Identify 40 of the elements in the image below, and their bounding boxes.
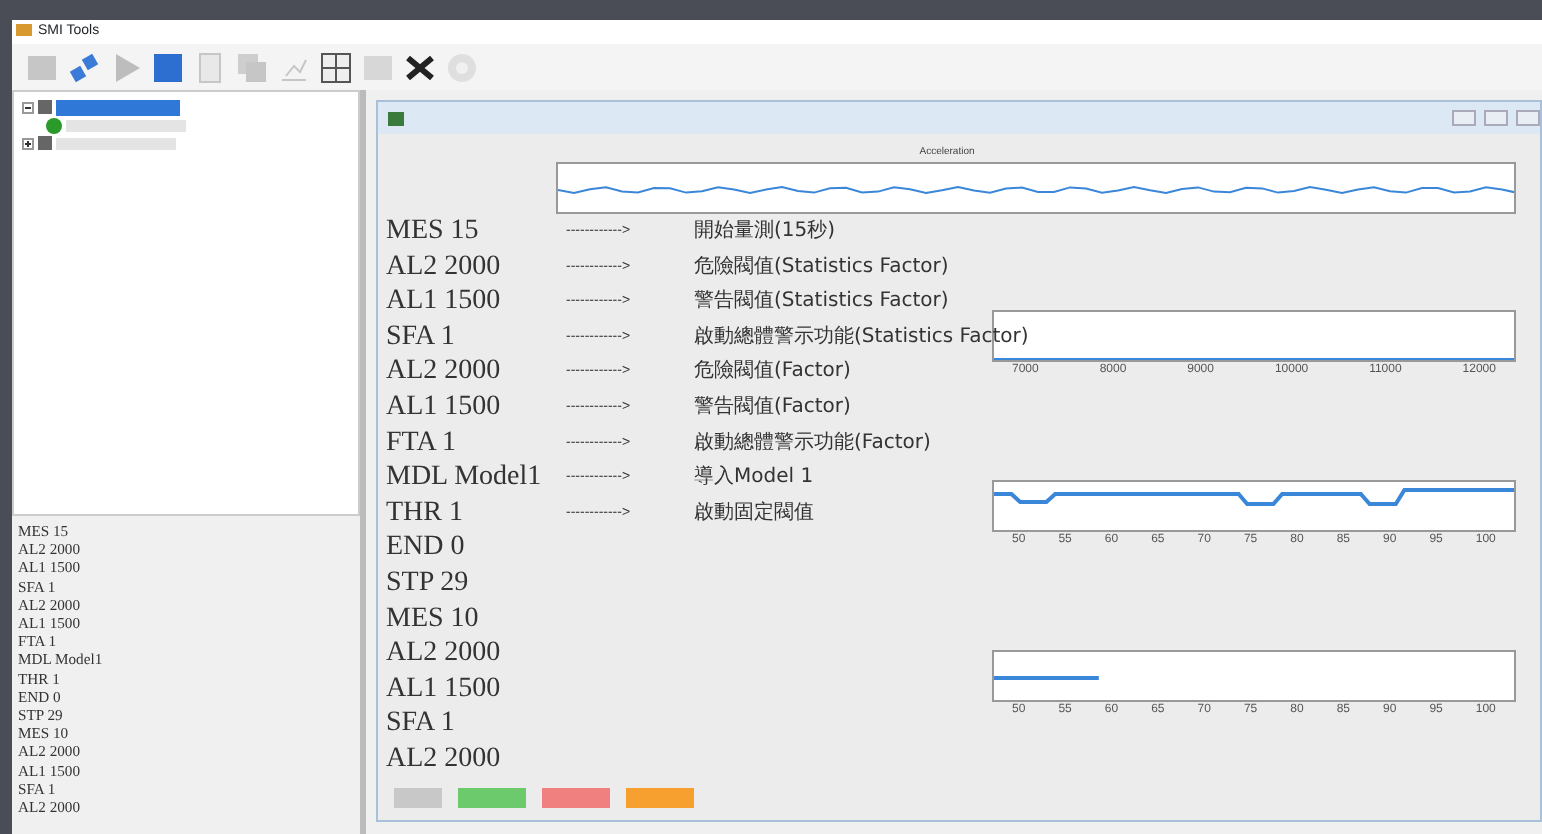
command-code: MES 15 — [386, 214, 481, 250]
command-code: AL1 1500 — [386, 671, 503, 707]
command-code: MES 10 — [386, 601, 481, 637]
command-description: 啟動總體警示功能(Statistics Factor) — [694, 323, 1029, 352]
minimize-button[interactable] — [1452, 110, 1476, 126]
device-icon — [38, 136, 52, 150]
command-description: 危險閥值(Statistics Factor) — [694, 253, 949, 282]
expander-icon[interactable] — [22, 101, 34, 113]
close-button[interactable] — [1516, 110, 1540, 126]
maximize-button[interactable] — [1484, 110, 1508, 126]
check-icon — [46, 117, 62, 133]
command-code: THR 1 — [386, 495, 465, 531]
command-code: AL2 2000 — [386, 354, 503, 390]
window-icon — [388, 111, 404, 125]
command-code: STP 29 — [386, 565, 471, 602]
device-icon — [38, 100, 52, 114]
command-code: SFA 1 — [386, 706, 457, 742]
command-code: FTA 1 — [386, 425, 459, 461]
layout-button[interactable] — [318, 49, 354, 85]
command-description: 開始量測(15秒) — [694, 217, 836, 246]
command-description: 啟動總體警示功能(Factor) — [694, 429, 931, 458]
selection-highlight[interactable] — [56, 99, 180, 115]
tree-item[interactable] — [56, 137, 176, 149]
command-code: SFA 1 — [386, 319, 457, 355]
command-description: 危險閥值(Factor) — [694, 358, 851, 387]
expander-icon[interactable] — [22, 137, 34, 149]
command-description: 警告閥值(Statistics Factor) — [694, 287, 949, 317]
command-code: MDL Model1 — [386, 460, 544, 496]
command-code: AL2 2000 — [386, 636, 503, 672]
command-description: 啟動固定閥值 — [694, 499, 814, 528]
command-code: AL2 2000 — [386, 249, 503, 285]
command-code: AL1 1500 — [386, 389, 503, 426]
command-code: AL1 1500 — [386, 284, 503, 320]
link-button[interactable] — [66, 49, 102, 85]
command-description: 警告閥值(Factor) — [694, 393, 851, 422]
command-code: END 0 — [386, 530, 467, 566]
stop-button[interactable] — [150, 49, 186, 85]
command-code: AL2 2000 — [386, 741, 503, 777]
app-icon — [16, 21, 32, 38]
command-description: 導入Model 1 — [694, 463, 814, 493]
